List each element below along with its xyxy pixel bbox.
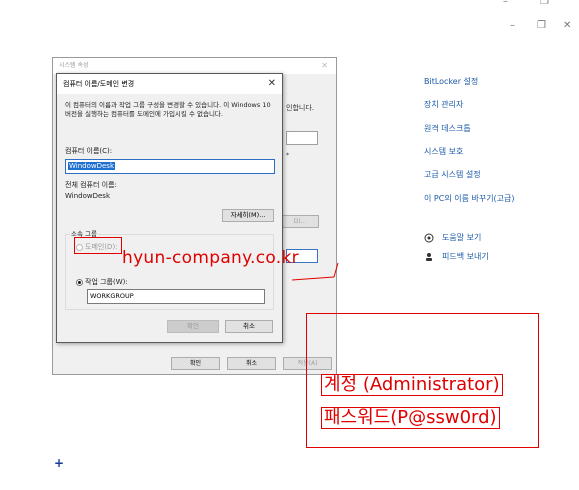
workgroup-value: WORKGROUP bbox=[90, 292, 134, 300]
feedback-icon bbox=[424, 252, 434, 262]
dialog-ok-button[interactable]: 확인 bbox=[167, 320, 219, 333]
close-button-2[interactable]: ✕ bbox=[563, 20, 571, 31]
dialog-description: 이 컴퓨터의 이름과 작업 그룹 구성을 변경할 수 있습니다. 이 Windo… bbox=[65, 101, 271, 118]
rename-pc-advanced-link[interactable]: 이 PC의 이름 바꾸기(고급) bbox=[424, 193, 515, 204]
watermark-text: hyun-company.co.kr bbox=[122, 248, 299, 268]
partial-field bbox=[286, 131, 318, 145]
partial-description-text: 인합니다. bbox=[286, 104, 314, 112]
ok-button[interactable]: 확인 bbox=[171, 357, 220, 370]
dialog-cancel-button[interactable]: 취소 bbox=[225, 320, 273, 333]
minimize-button-2[interactable]: – bbox=[510, 20, 515, 31]
restore-button-2[interactable]: ❐ bbox=[537, 20, 546, 31]
computer-name-value: WindowDesk bbox=[68, 162, 115, 170]
account-label: 계정 (Administrator) bbox=[321, 374, 503, 396]
close-icon[interactable]: ✕ bbox=[268, 74, 276, 94]
more-button[interactable]: 자세히(M)... bbox=[222, 209, 274, 222]
password-label: 패스워드(P@ssw0rd) bbox=[321, 407, 500, 429]
system-properties-title: 시스템 속성 bbox=[59, 62, 89, 69]
feedback-link[interactable]: 피드백 보내기 bbox=[424, 251, 489, 262]
workgroup-label: 작업 그룹(W): bbox=[85, 278, 128, 286]
partial-asterisk: * bbox=[286, 152, 289, 159]
computer-name-dialog: 컴퓨터 이름/도메인 변경 ✕ 이 컴퓨터의 이름과 작업 그룹 구성을 변경할… bbox=[56, 73, 283, 343]
computer-name-label: 컴퓨터 이름(C): bbox=[65, 147, 113, 155]
minimize-button[interactable]: – bbox=[503, 0, 508, 7]
restore-button[interactable]: ❐ bbox=[540, 0, 549, 7]
workgroup-radio[interactable] bbox=[76, 279, 83, 286]
device-manager-link[interactable]: 장치 관리자 bbox=[424, 99, 463, 110]
advanced-system-settings-link[interactable]: 고급 시스템 설정 bbox=[424, 169, 481, 180]
full-name-value: WindowDesk bbox=[65, 192, 110, 200]
computer-name-dialog-title: 컴퓨터 이름/도메인 변경 bbox=[63, 80, 135, 88]
remote-desktop-link[interactable]: 원격 데스크톱 bbox=[424, 123, 471, 134]
change-button-partial[interactable]: D)... bbox=[281, 215, 319, 228]
feedback-link-label: 피드백 보내기 bbox=[442, 252, 489, 261]
bitlocker-link[interactable]: BitLocker 설정 bbox=[424, 76, 478, 87]
system-properties-titlebar: 시스템 속성 ✕ bbox=[53, 58, 336, 74]
cancel-button[interactable]: 취소 bbox=[227, 357, 276, 370]
full-name-label: 전체 컴퓨터 이름: bbox=[65, 181, 117, 189]
computer-name-input[interactable]: WindowDesk bbox=[65, 159, 275, 174]
arrow-annotation bbox=[291, 262, 339, 281]
domain-highlight-box bbox=[74, 237, 122, 254]
plus-icon: + bbox=[54, 456, 65, 470]
computer-name-titlebar: 컴퓨터 이름/도메인 변경 ✕ bbox=[57, 74, 282, 94]
help-icon bbox=[424, 233, 434, 243]
help-link[interactable]: 도움말 보기 bbox=[424, 232, 481, 243]
workgroup-input[interactable]: WORKGROUP bbox=[87, 289, 265, 304]
system-protection-link[interactable]: 시스템 보호 bbox=[424, 146, 463, 157]
close-icon[interactable]: ✕ bbox=[321, 58, 328, 74]
help-link-label: 도움말 보기 bbox=[442, 233, 482, 242]
